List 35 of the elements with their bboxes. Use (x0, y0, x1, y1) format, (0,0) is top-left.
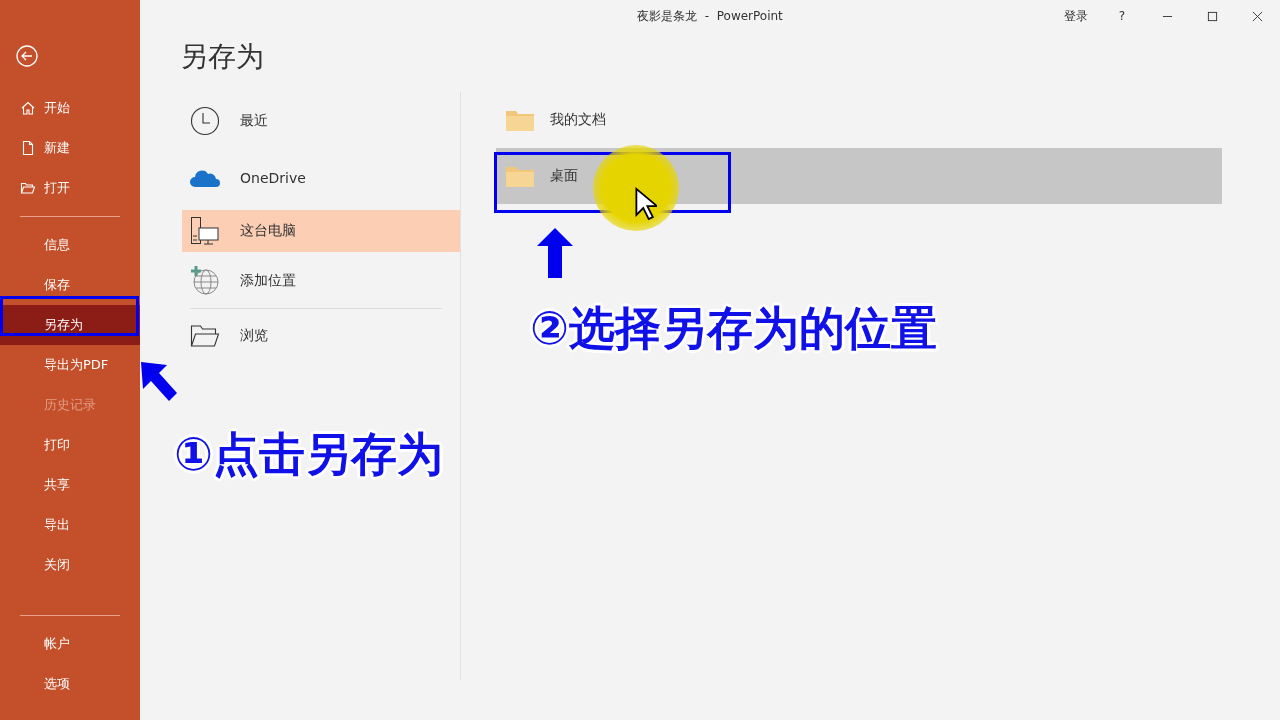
sidebar-item[interactable]: 保存 (0, 265, 140, 305)
folder-icon (20, 180, 36, 196)
location-item[interactable]: 这台电脑 (182, 210, 460, 252)
sidebar-item[interactable]: 关闭 (0, 545, 140, 585)
folder-item[interactable]: 桌面 (496, 148, 1222, 204)
sidebar-item[interactable]: 开始 (0, 88, 140, 128)
window-title: 夜影是条龙 - PowerPoint (637, 7, 783, 25)
sidebar-item[interactable]: 新建 (0, 128, 140, 168)
location-item[interactable]: 添加位置 (182, 256, 460, 306)
sidebar-item[interactable]: 打印 (0, 425, 140, 465)
sidebar-item[interactable]: 导出为PDF (0, 345, 140, 385)
folder-icon (506, 165, 534, 187)
sidebar-item[interactable]: 信息 (0, 225, 140, 265)
folder-icon (506, 109, 534, 131)
location-item[interactable]: 最近 (182, 92, 460, 149)
sign-in-link[interactable]: 登录 (1053, 0, 1099, 32)
folder-item[interactable]: 我的文档 (496, 92, 1222, 148)
home-icon (20, 100, 36, 116)
sidebar-item[interactable]: 导出 (0, 505, 140, 545)
sidebar-item[interactable]: 打开 (0, 168, 140, 208)
sidebar-item[interactable]: 选项 (0, 664, 140, 704)
annotation-text: ②选择另存为的位置 (530, 300, 937, 357)
arrow-icon (537, 228, 573, 278)
sidebar-item[interactable]: 帐户 (0, 624, 140, 664)
location-item[interactable]: 浏览 (182, 311, 460, 361)
page-heading: 另存为 (180, 39, 265, 75)
mouse-cursor-icon (635, 186, 657, 222)
computer-icon (190, 216, 220, 246)
annotation-text: ①点击另存为 (174, 426, 443, 483)
location-item[interactable]: OneDrive (182, 149, 460, 206)
clock-icon (190, 105, 220, 136)
sidebar-item[interactable]: 共享 (0, 465, 140, 505)
globe-add-icon (190, 266, 220, 296)
document-icon (20, 140, 36, 156)
help-button[interactable]: ? (1099, 0, 1145, 32)
